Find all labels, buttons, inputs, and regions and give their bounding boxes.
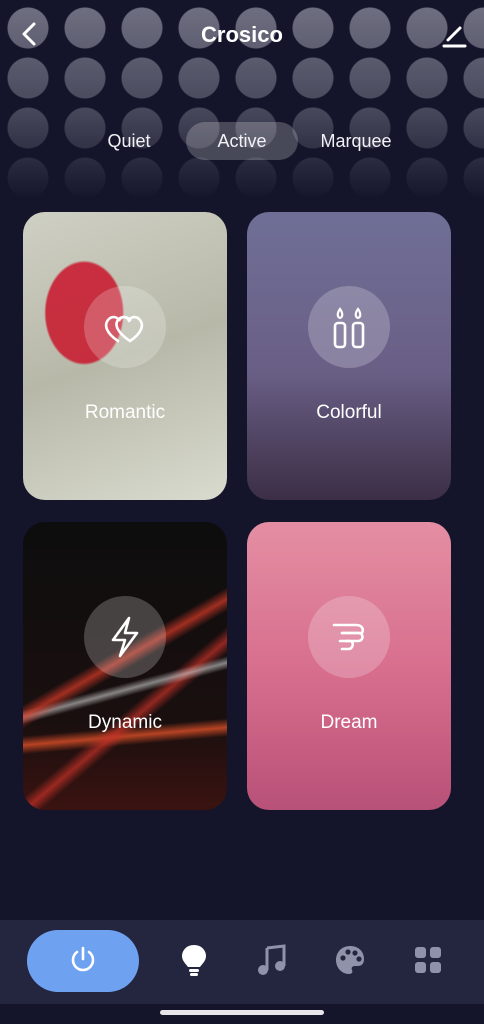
power-icon: [68, 944, 98, 979]
dream-icon: [308, 596, 390, 678]
scene-label: Dream: [320, 712, 378, 733]
scene-card-colorful[interactable]: Colorful: [247, 212, 451, 500]
tab-active[interactable]: Active: [186, 122, 298, 160]
mode-tabs: Quiet Active Marquee: [0, 122, 484, 162]
tab-marquee[interactable]: Marquee: [310, 122, 402, 160]
page-title: Crosico: [201, 22, 283, 47]
bottom-nav: [0, 920, 484, 1004]
scene-card-dream[interactable]: Dream: [247, 522, 451, 810]
bulb-icon[interactable]: [174, 940, 214, 980]
scene-card-romantic[interactable]: Romantic: [23, 212, 227, 500]
scene-card-dynamic[interactable]: Dynamic: [23, 522, 227, 810]
pencil-icon[interactable]: [438, 18, 470, 50]
top-bar: Crosico: [0, 0, 484, 70]
hearts-icon: [84, 286, 166, 368]
music-icon[interactable]: [252, 940, 292, 980]
power-button[interactable]: [27, 930, 139, 992]
tab-quiet[interactable]: Quiet: [94, 122, 164, 160]
home-indicator: [160, 1010, 324, 1015]
scene-label: Dynamic: [88, 712, 162, 733]
palette-icon[interactable]: [330, 940, 370, 980]
scene-label: Romantic: [84, 402, 166, 423]
grid-icon[interactable]: [408, 940, 448, 980]
lightning-icon: [84, 596, 166, 678]
scene-label: Colorful: [316, 402, 382, 423]
candles-icon: [308, 286, 390, 368]
